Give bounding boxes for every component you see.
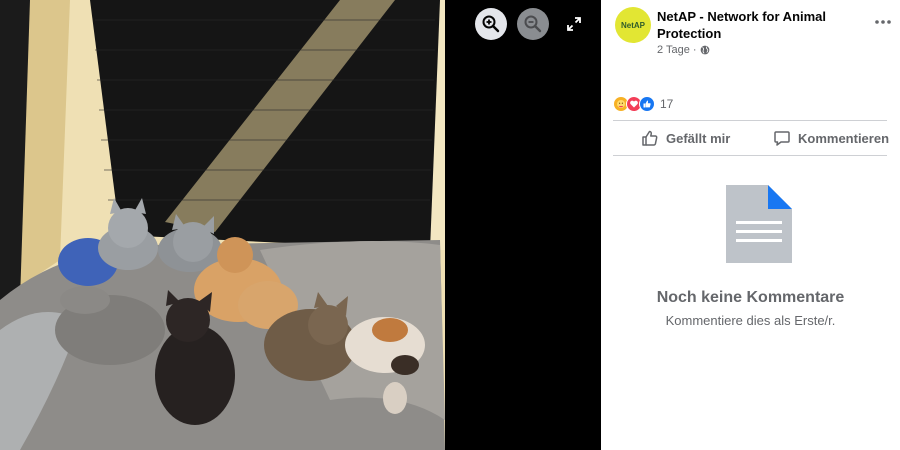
page-avatar[interactable]: NetAP bbox=[615, 7, 651, 43]
reaction-count: 17 bbox=[660, 97, 674, 111]
avatar-logo-text: NetAP bbox=[620, 20, 645, 30]
globe-icon bbox=[700, 45, 709, 55]
comment-label: Kommentieren bbox=[798, 130, 890, 146]
zoom-in-icon bbox=[482, 15, 500, 33]
zoom-out-icon bbox=[524, 15, 542, 33]
more-options-icon bbox=[875, 20, 891, 24]
no-comments-title: Noch keine Kommentare bbox=[656, 289, 845, 306]
kittens-photo[interactable] bbox=[0, 0, 445, 450]
zoom-in-button[interactable] bbox=[475, 8, 507, 40]
like-icon bbox=[639, 96, 655, 112]
fullscreen-icon bbox=[567, 17, 581, 31]
more-options-button[interactable] bbox=[873, 14, 893, 30]
zoom-out-button[interactable] bbox=[517, 8, 549, 40]
fullscreen-button[interactable] bbox=[560, 10, 588, 38]
reactions-summary[interactable]: 17 bbox=[613, 96, 673, 112]
thumbs-up-icon bbox=[642, 130, 658, 146]
comment-button[interactable]: Kommentieren bbox=[773, 127, 889, 149]
like-label: Gefällt mir bbox=[666, 130, 731, 146]
divider-bottom bbox=[613, 155, 887, 156]
like-button[interactable]: Gefällt mir bbox=[641, 127, 730, 149]
divider-top bbox=[613, 120, 887, 121]
photo-viewer bbox=[0, 0, 601, 450]
post-meta: 2 Tage · bbox=[657, 44, 710, 56]
post-side-panel: NetAP NetAP - Network for Animal Protect… bbox=[601, 0, 900, 450]
page-name-link[interactable]: NetAP - Network for Animal Protection bbox=[657, 8, 867, 42]
no-comments-subtitle: Kommentiere dies als Erste/r. bbox=[665, 313, 836, 328]
no-comments-document-icon bbox=[726, 185, 792, 268]
meta-separator: · bbox=[692, 44, 697, 56]
comment-icon bbox=[774, 131, 790, 146]
post-time[interactable]: 2 Tage bbox=[657, 44, 690, 56]
